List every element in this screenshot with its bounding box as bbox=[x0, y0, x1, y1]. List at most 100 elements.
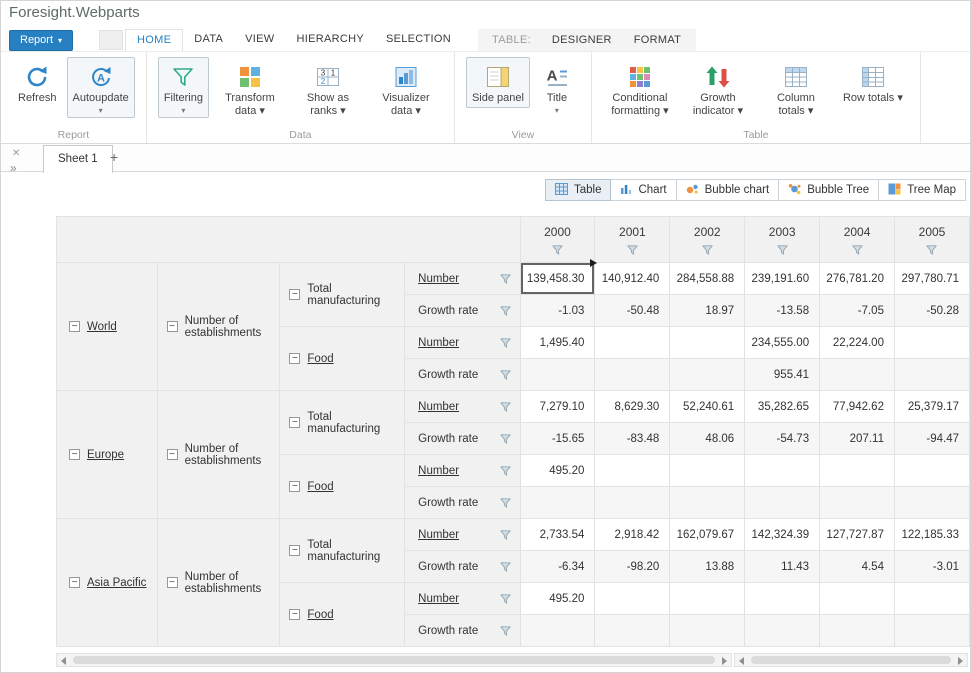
data-cell[interactable] bbox=[520, 359, 595, 391]
filter-funnel-icon[interactable] bbox=[702, 245, 713, 255]
conditional-formatting-button[interactable]: Conditional formatting ▾ bbox=[603, 57, 677, 121]
data-cell[interactable]: 77,942.62 bbox=[820, 391, 895, 423]
data-cell[interactable]: 127,727.87 bbox=[820, 519, 895, 551]
scroll-right-icon[interactable] bbox=[958, 657, 963, 665]
data-cell[interactable]: 122,185.33 bbox=[894, 519, 969, 551]
data-cell[interactable] bbox=[670, 359, 745, 391]
data-cell[interactable]: 1,495.40 bbox=[520, 327, 595, 359]
data-cell[interactable] bbox=[670, 455, 745, 487]
data-cell[interactable] bbox=[595, 455, 670, 487]
collapse-minus-icon[interactable]: − bbox=[167, 577, 178, 588]
data-cell[interactable]: 207.11 bbox=[820, 423, 895, 455]
data-cell[interactable]: 495.20 bbox=[520, 455, 595, 487]
title-button[interactable]: ATitle▾ bbox=[534, 57, 580, 118]
data-cell[interactable]: 52,240.61 bbox=[670, 391, 745, 423]
data-cell[interactable] bbox=[894, 455, 969, 487]
data-cell[interactable]: -50.48 bbox=[595, 295, 670, 327]
metric-label[interactable]: Number bbox=[418, 593, 459, 605]
data-cell[interactable] bbox=[820, 583, 895, 615]
data-cell[interactable]: -7.05 bbox=[820, 295, 895, 327]
data-cell[interactable] bbox=[745, 583, 820, 615]
filter-funnel-icon[interactable] bbox=[500, 434, 511, 444]
data-cell[interactable] bbox=[595, 583, 670, 615]
side-panel-button[interactable]: Side panel bbox=[466, 57, 530, 108]
tree-map-view-button[interactable]: Tree Map bbox=[878, 179, 966, 201]
data-cell[interactable]: 239,191.60 bbox=[745, 263, 820, 295]
data-cell[interactable]: -83.48 bbox=[595, 423, 670, 455]
metric-label[interactable]: Number bbox=[418, 273, 459, 285]
data-cell[interactable] bbox=[520, 487, 595, 519]
data-cell[interactable] bbox=[820, 359, 895, 391]
filter-funnel-icon[interactable] bbox=[500, 466, 511, 476]
industry-link[interactable]: Food bbox=[307, 609, 333, 621]
data-cell[interactable] bbox=[670, 615, 745, 647]
table-view-button[interactable]: Table bbox=[545, 179, 612, 201]
add-sheet-button[interactable]: + bbox=[110, 150, 118, 164]
data-cell[interactable]: -15.65 bbox=[520, 423, 595, 455]
visualizer-data-button[interactable]: Visualizer data ▾ bbox=[369, 57, 443, 121]
data-cell[interactable] bbox=[595, 615, 670, 647]
metric-label[interactable]: Number bbox=[418, 401, 459, 413]
filter-funnel-icon[interactable] bbox=[500, 594, 511, 604]
data-cell[interactable]: 276,781.20 bbox=[820, 263, 895, 295]
horizontal-scrollbar-left[interactable] bbox=[56, 653, 732, 667]
bubble-tree-view-button[interactable]: Bubble Tree bbox=[778, 179, 879, 201]
scroll-left-icon[interactable] bbox=[739, 657, 744, 665]
data-cell[interactable]: 955.41 bbox=[745, 359, 820, 391]
collapse-minus-icon[interactable]: − bbox=[289, 545, 300, 556]
data-cell[interactable]: 13.88 bbox=[670, 551, 745, 583]
data-cell[interactable] bbox=[595, 359, 670, 391]
column-totals-button[interactable]: Column totals ▾ bbox=[759, 57, 833, 121]
data-cell[interactable] bbox=[595, 487, 670, 519]
horizontal-scrollbar-right[interactable] bbox=[734, 653, 968, 667]
collapse-minus-icon[interactable]: − bbox=[289, 353, 300, 364]
filter-funnel-icon[interactable] bbox=[627, 245, 638, 255]
ribbon-tab-home[interactable]: HOME bbox=[125, 29, 183, 51]
data-cell[interactable]: 495.20 bbox=[520, 583, 595, 615]
report-menu-button[interactable]: Report ▾ bbox=[9, 30, 73, 51]
data-cell[interactable]: 8,629.30 bbox=[595, 391, 670, 423]
transform-data-button[interactable]: Transform data ▾ bbox=[213, 57, 287, 121]
collapse-minus-icon[interactable]: − bbox=[289, 609, 300, 620]
collapse-minus-icon[interactable]: − bbox=[69, 321, 80, 332]
collapse-minus-icon[interactable]: − bbox=[69, 577, 80, 588]
collapse-minus-icon[interactable]: − bbox=[289, 481, 300, 492]
filter-funnel-icon[interactable] bbox=[852, 245, 863, 255]
metric-label[interactable]: Number bbox=[418, 465, 459, 477]
filter-funnel-icon[interactable] bbox=[500, 562, 511, 572]
data-cell[interactable]: -50.28 bbox=[894, 295, 969, 327]
row-totals-button[interactable]: Row totals ▾ bbox=[837, 57, 909, 108]
collapse-minus-icon[interactable]: − bbox=[167, 321, 178, 332]
filter-funnel-icon[interactable] bbox=[777, 245, 788, 255]
collapse-minus-icon[interactable]: − bbox=[289, 417, 300, 428]
ribbon-tab-selection[interactable]: SELECTION bbox=[375, 29, 462, 51]
data-cell[interactable]: 48.06 bbox=[670, 423, 745, 455]
scroll-left-icon[interactable] bbox=[61, 657, 66, 665]
filtering-button[interactable]: Filtering▾ bbox=[158, 57, 209, 118]
data-cell[interactable] bbox=[520, 615, 595, 647]
bubble-chart-view-button[interactable]: Bubble chart bbox=[676, 179, 780, 201]
data-cell[interactable]: 7,279.10 bbox=[520, 391, 595, 423]
data-cell[interactable]: -1.03 bbox=[520, 295, 595, 327]
data-cell[interactable]: 139,458.30 bbox=[520, 263, 595, 295]
sheet-tab[interactable]: Sheet 1 bbox=[43, 145, 113, 173]
data-cell[interactable] bbox=[894, 583, 969, 615]
filter-funnel-icon[interactable] bbox=[500, 306, 511, 316]
data-cell[interactable] bbox=[745, 487, 820, 519]
region-link[interactable]: Europe bbox=[87, 449, 124, 461]
data-cell[interactable]: 11.43 bbox=[745, 551, 820, 583]
filter-funnel-icon[interactable] bbox=[500, 274, 511, 284]
industry-link[interactable]: Food bbox=[307, 353, 333, 365]
filter-funnel-icon[interactable] bbox=[500, 370, 511, 380]
data-cell[interactable]: -6.34 bbox=[520, 551, 595, 583]
data-cell[interactable]: 234,555.00 bbox=[745, 327, 820, 359]
data-cell[interactable]: -54.73 bbox=[745, 423, 820, 455]
data-cell[interactable]: -98.20 bbox=[595, 551, 670, 583]
data-cell[interactable] bbox=[820, 487, 895, 519]
filter-funnel-icon[interactable] bbox=[500, 530, 511, 540]
data-cell[interactable]: 2,918.42 bbox=[595, 519, 670, 551]
data-cell[interactable] bbox=[820, 615, 895, 647]
filter-funnel-icon[interactable] bbox=[500, 626, 511, 636]
ribbon-tab-data[interactable]: DATA bbox=[183, 29, 234, 51]
collapse-minus-icon[interactable]: − bbox=[167, 449, 178, 460]
